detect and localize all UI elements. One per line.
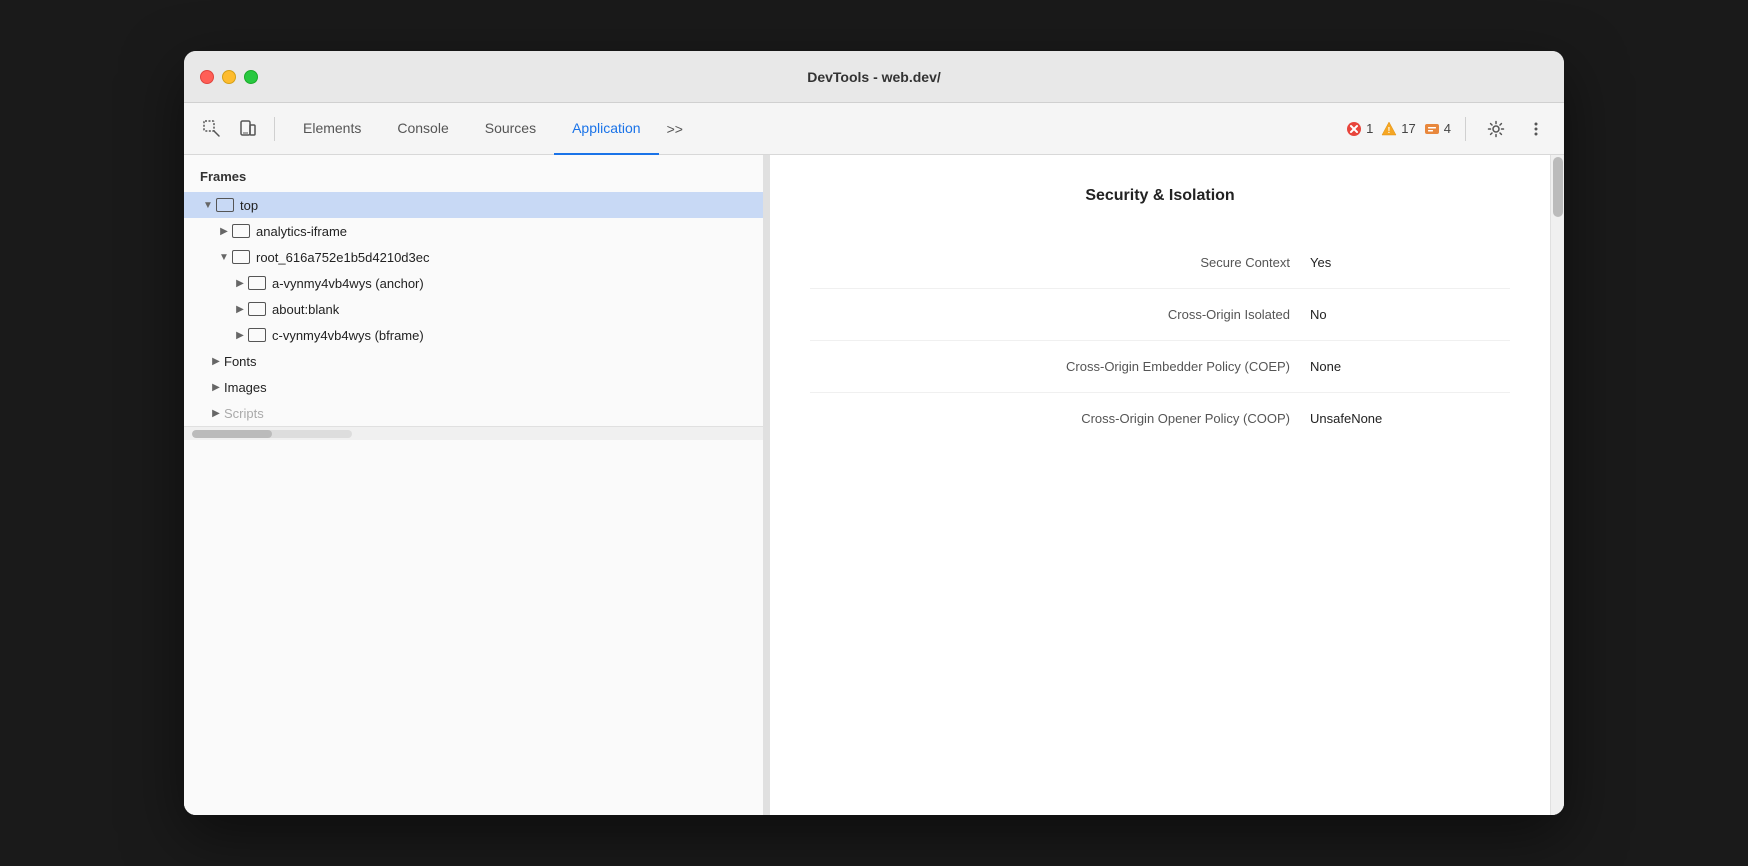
info-row-cross-origin-isolated: Cross-Origin Isolated No [810, 289, 1510, 341]
frame-icon [216, 198, 234, 212]
errors-badge[interactable]: 1 [1346, 121, 1373, 137]
more-options-button[interactable] [1520, 113, 1552, 145]
sidebar-item-label-analytics: analytics-iframe [256, 224, 347, 239]
sidebar-item-label-anchor: a-vynmy4vb4wys (anchor) [272, 276, 424, 291]
frames-header: Frames [184, 155, 763, 192]
tab-sources[interactable]: Sources [467, 103, 554, 155]
arrow-right-icon-blank: ▶ [232, 304, 248, 315]
sidebar-item-label-fonts: Fonts [224, 354, 257, 369]
sidebar-item-label-root: root_616a752e1b5d4210d3ec [256, 250, 430, 265]
main-content: Frames ▼ top ▶ analytics-iframe ▼ root_6… [184, 155, 1564, 815]
minimize-button[interactable] [222, 70, 236, 84]
sidebar-item-analytics-iframe[interactable]: ▶ analytics-iframe [184, 218, 763, 244]
sidebar-scrollbar-area [184, 426, 763, 440]
toolbar-divider [274, 117, 275, 141]
sidebar: Frames ▼ top ▶ analytics-iframe ▼ root_6… [184, 155, 764, 815]
device-icon [239, 120, 257, 138]
frame-icon-bframe [248, 328, 266, 342]
info-label-secure-context: Secure Context [810, 255, 1310, 270]
tab-application[interactable]: Application [554, 103, 659, 155]
info-icon [1424, 121, 1440, 137]
errors-count: 1 [1366, 121, 1373, 136]
sidebar-item-label-blank: about:blank [272, 302, 339, 317]
info-row-coep: Cross-Origin Embedder Policy (COEP) None [810, 341, 1510, 393]
arrow-right-icon-images: ▶ [208, 382, 224, 393]
device-toolbar-button[interactable] [232, 113, 264, 145]
sidebar-item-root[interactable]: ▼ root_616a752e1b5d4210d3ec [184, 244, 763, 270]
close-button[interactable] [200, 70, 214, 84]
sidebar-item-label-bframe: c-vynmy4vb4wys (bframe) [272, 328, 424, 343]
arrow-right-icon-anchor: ▶ [232, 278, 248, 289]
info-value-cross-origin-isolated: No [1310, 307, 1510, 322]
ellipsis-vertical-icon [1527, 120, 1545, 138]
frame-icon-anchor [248, 276, 266, 290]
sidebar-item-blank[interactable]: ▶ about:blank [184, 296, 763, 322]
arrow-down-icon: ▼ [200, 200, 216, 211]
info-label-cross-origin-isolated: Cross-Origin Isolated [810, 307, 1310, 322]
arrow-right-icon-scripts: ▶ [208, 408, 224, 419]
info-label-coop: Cross-Origin Opener Policy (COOP) [810, 411, 1310, 426]
maximize-button[interactable] [244, 70, 258, 84]
traffic-lights [200, 70, 258, 84]
arrow-right-icon-bframe: ▶ [232, 330, 248, 341]
sidebar-item-label-images: Images [224, 380, 267, 395]
content-v-scrollbar[interactable] [1550, 155, 1564, 815]
info-value-secure-context: Yes [1310, 255, 1510, 270]
frame-icon-root [232, 250, 250, 264]
more-tabs-button[interactable]: >> [659, 115, 691, 143]
sidebar-item-label-scripts: Scripts [224, 406, 264, 421]
arrow-down-icon-root: ▼ [216, 252, 232, 263]
arrow-right-icon-fonts: ▶ [208, 356, 224, 367]
info-value-coep: None [1310, 359, 1510, 374]
sidebar-item-scripts[interactable]: ▶ Scripts [184, 400, 763, 426]
devtools-window: DevTools - web.dev/ Elements Console Sou… [184, 51, 1564, 815]
info-row-coop: Cross-Origin Opener Policy (COOP) Unsafe… [810, 393, 1510, 444]
inspect-icon [203, 120, 221, 138]
warning-icon: ! [1381, 121, 1397, 137]
arrow-right-icon: ▶ [216, 226, 232, 237]
info-row-secure-context: Secure Context Yes [810, 237, 1510, 289]
content-panel: Security & Isolation Secure Context Yes … [770, 155, 1550, 815]
settings-button[interactable] [1480, 113, 1512, 145]
info-label-coep: Cross-Origin Embedder Policy (COEP) [810, 359, 1310, 374]
v-scrollbar-thumb [1553, 157, 1563, 217]
svg-text:!: ! [1388, 126, 1391, 135]
sidebar-item-anchor[interactable]: ▶ a-vynmy4vb4wys (anchor) [184, 270, 763, 296]
info-count: 4 [1444, 121, 1451, 136]
toolbar-right: 1 ! 17 4 [1346, 113, 1552, 145]
frame-icon-blank [248, 302, 266, 316]
warnings-count: 17 [1401, 121, 1415, 136]
titlebar: DevTools - web.dev/ [184, 51, 1564, 103]
error-icon [1346, 121, 1362, 137]
sidebar-item-images[interactable]: ▶ Images [184, 374, 763, 400]
toolbar-tabs: Elements Console Sources Application >> [285, 103, 1342, 154]
toolbar-divider-2 [1465, 117, 1466, 141]
tab-console[interactable]: Console [379, 103, 466, 155]
frame-icon-analytics [232, 224, 250, 238]
info-value-coop: UnsafeNone [1310, 411, 1510, 426]
tab-elements[interactable]: Elements [285, 103, 379, 155]
gear-icon [1487, 120, 1505, 138]
section-title: Security & Isolation [810, 187, 1510, 205]
sidebar-item-fonts[interactable]: ▶ Fonts [184, 348, 763, 374]
sidebar-h-scrollbar[interactable] [192, 430, 352, 438]
warnings-badge[interactable]: ! 17 [1381, 121, 1415, 137]
sidebar-item-bframe[interactable]: ▶ c-vynmy4vb4wys (bframe) [184, 322, 763, 348]
toolbar: Elements Console Sources Application >> … [184, 103, 1564, 155]
sidebar-item-top[interactable]: ▼ top [184, 192, 763, 218]
info-badge[interactable]: 4 [1424, 121, 1451, 137]
sidebar-item-label-top: top [240, 198, 258, 213]
inspect-element-button[interactable] [196, 113, 228, 145]
window-title: DevTools - web.dev/ [807, 69, 941, 85]
